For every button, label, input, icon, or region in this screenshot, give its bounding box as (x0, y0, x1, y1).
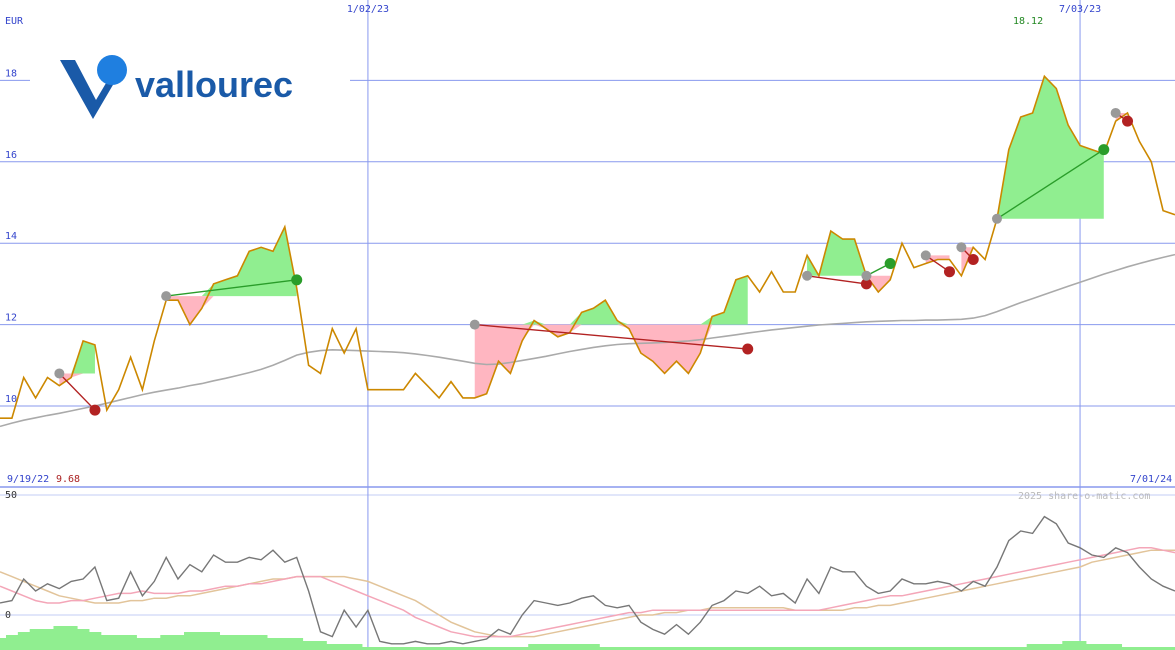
x-tick-label: 7/03/23 (1059, 4, 1101, 15)
volume-bar (350, 644, 363, 650)
end-date-label: 7/01/24 (1130, 474, 1172, 485)
volume-bar (587, 644, 600, 650)
volume-bar (184, 632, 197, 650)
volume-bar (136, 638, 149, 650)
watermark: 2025 share-o-matic.com (1018, 491, 1150, 502)
volume-bar (290, 638, 304, 650)
trade-entry-marker (161, 291, 172, 302)
volume-bar (29, 629, 42, 650)
trade-entry-marker (469, 319, 480, 330)
volume-bar (148, 638, 161, 650)
trade-exit-marker (291, 274, 303, 286)
volume-bar (302, 641, 315, 650)
start-date-label: 9/19/22 (7, 474, 49, 485)
volume-bar (219, 635, 232, 650)
x-tick-label: 1/02/23 (347, 4, 389, 15)
volume-bar (540, 644, 553, 650)
volume-bar (551, 644, 565, 650)
volume-bar (65, 626, 78, 650)
y-tick-label: 10 (5, 394, 17, 405)
volume-bar (278, 638, 292, 650)
volume-bar (1086, 644, 1099, 650)
trade-markers (54, 107, 1134, 416)
volume-bar (575, 644, 588, 650)
y-tick-label: 18 (5, 68, 17, 79)
volume-bar (89, 632, 102, 650)
volume-bar (124, 635, 137, 650)
y-tick-label: 12 (5, 313, 17, 324)
volume-bar (243, 635, 256, 650)
volume-bar (326, 644, 339, 650)
volume-bar (314, 641, 327, 650)
volume-bar (172, 635, 185, 650)
trade-loss-area (166, 296, 297, 325)
volume-bar (231, 635, 244, 650)
volume-bar (1062, 641, 1075, 650)
volume-bar (5, 635, 19, 650)
volume-bar (1038, 644, 1051, 650)
trade-exit-marker (943, 266, 955, 278)
y-tick-label: 14 (5, 231, 17, 242)
osc-tick-label: 50 (5, 490, 17, 501)
trade-entry-marker (920, 250, 931, 261)
trade-entry-marker (861, 270, 872, 281)
trade-connector (806, 275, 867, 285)
volume-bar (528, 644, 541, 650)
volume-bar (255, 635, 268, 650)
volume-bar (160, 635, 173, 650)
trade-entry-marker (54, 368, 65, 379)
osc-tick-label: 0 (5, 610, 11, 621)
volume-bar (1074, 641, 1087, 650)
trade-exit-marker (742, 343, 754, 355)
logo-wordmark: vallourec (135, 64, 293, 105)
volume-bar (112, 635, 126, 650)
volume-bar (338, 644, 351, 650)
volume-bar (1109, 644, 1123, 650)
volume-bar (0, 638, 7, 650)
trade-exit-marker (1122, 115, 1134, 127)
volume-bar (53, 626, 66, 650)
volume-bar (1026, 644, 1039, 650)
oscillator-panel: 500-10 (0, 490, 1175, 650)
volume-bar (100, 635, 114, 650)
trade-gain-area (807, 230, 867, 276)
volume-bar (207, 632, 221, 650)
trade-gain-area (166, 226, 297, 297)
volume-bar (17, 632, 31, 650)
trade-entry-marker (991, 213, 1002, 224)
osc-pink-line (0, 547, 1175, 638)
logo-dot (97, 55, 127, 85)
volume-bar (267, 638, 280, 650)
volume-bar (1050, 644, 1063, 650)
volume-bar (195, 632, 209, 650)
volume-bar (77, 629, 90, 650)
moving-average-line (0, 253, 1175, 428)
trade-entry-marker (1110, 107, 1121, 118)
volume-bar (1097, 644, 1111, 650)
volume-bar (563, 644, 577, 650)
trade-exit-marker (89, 404, 101, 416)
vallourec-logo: vallourec (30, 55, 350, 130)
y-tick-label: 16 (5, 150, 17, 161)
last-value-label: 18.12 (1013, 16, 1043, 27)
start-value-label: 9.68 (56, 474, 80, 485)
trade-exit-marker (1098, 144, 1110, 156)
volume-bar (41, 629, 54, 650)
trade-exit-marker (967, 253, 979, 265)
trade-entry-marker (956, 242, 967, 253)
trade-connector (58, 372, 96, 411)
stock-chart: 10121416181/02/237/03/231/01/24 500-10 v… (0, 0, 1175, 650)
trade-entry-marker (802, 270, 813, 281)
trade-gain-area (474, 275, 748, 325)
trade-exit-marker (884, 258, 896, 270)
currency-label: EUR (5, 16, 24, 27)
oscillator-line (0, 515, 1175, 645)
